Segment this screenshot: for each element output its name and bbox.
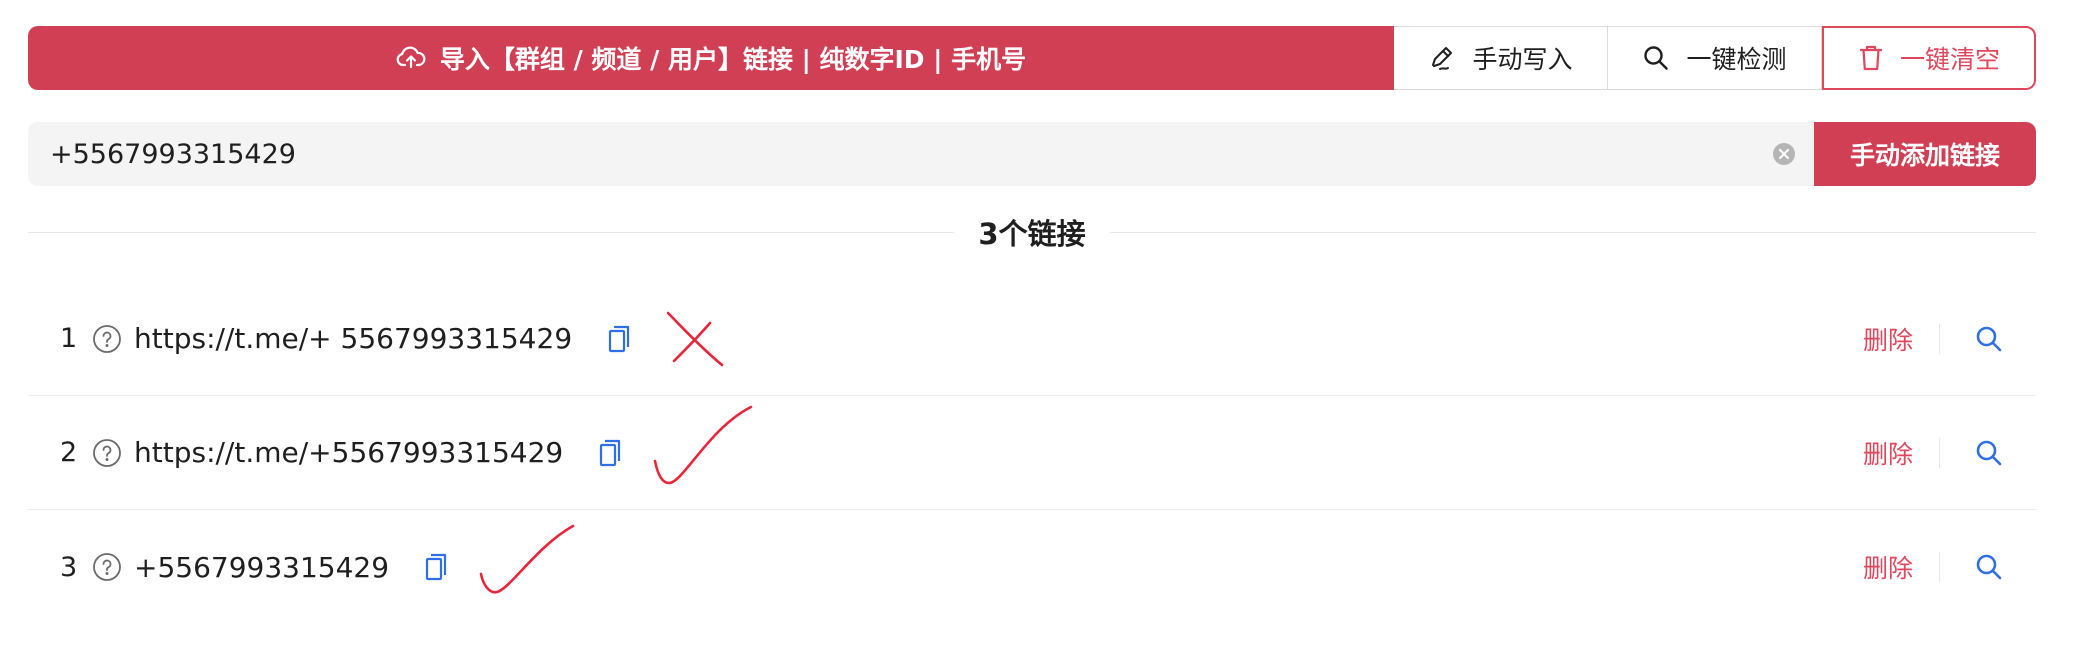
edit-pen-icon bbox=[1428, 44, 1456, 72]
clear-input-icon[interactable] bbox=[1772, 142, 1796, 166]
search-icon[interactable] bbox=[1974, 552, 2004, 582]
import-links-label: 导入【群组 / 频道 / 用户】链接 | 纯数字ID | 手机号 bbox=[439, 45, 1027, 74]
row-actions: 删除 bbox=[1863, 282, 2036, 395]
link-count-divider: 3个链接 bbox=[28, 212, 2036, 252]
link-input-wrapper bbox=[28, 122, 1814, 186]
one-click-clear-label: 一键清空 bbox=[1899, 45, 2000, 74]
trash-icon bbox=[1858, 44, 1884, 72]
copy-icon[interactable] bbox=[606, 324, 632, 354]
question-circle-icon[interactable] bbox=[92, 552, 122, 582]
copy-icon[interactable] bbox=[423, 552, 449, 582]
manual-add-link-button[interactable]: 手动添加链接 bbox=[1814, 122, 2036, 186]
link-text: https://t.me/+ 5567993315429 bbox=[134, 322, 573, 355]
link-text: +5567993315429 bbox=[134, 550, 390, 584]
divider-line-right bbox=[1109, 231, 2036, 233]
link-import-panel: 导入【群组 / 频道 / 用户】链接 | 纯数字ID | 手机号 手动写入 一键… bbox=[28, 26, 2036, 624]
divider-line-left bbox=[28, 231, 955, 233]
row-actions: 删除 bbox=[1863, 510, 2036, 624]
list-item: 1 https://t.me/+ 5567993315429 删除 bbox=[28, 282, 2036, 396]
red-check-mark-icon bbox=[651, 403, 761, 503]
manual-write-button[interactable]: 手动写入 bbox=[1394, 26, 1608, 90]
cloud-upload-icon bbox=[396, 46, 426, 70]
delete-link-button[interactable]: 删除 bbox=[1863, 321, 1913, 357]
search-icon[interactable] bbox=[1974, 438, 2004, 468]
import-links-button[interactable]: 导入【群组 / 频道 / 用户】链接 | 纯数字ID | 手机号 bbox=[28, 26, 1394, 90]
question-circle-icon[interactable] bbox=[92, 324, 122, 354]
one-click-check-button[interactable]: 一键检测 bbox=[1608, 26, 1822, 90]
delete-link-button[interactable]: 删除 bbox=[1863, 549, 1913, 585]
one-click-check-label: 一键检测 bbox=[1686, 45, 1787, 74]
manual-add-link-label: 手动添加链接 bbox=[1849, 141, 2000, 170]
search-icon[interactable] bbox=[1974, 324, 2004, 354]
action-separator bbox=[1939, 552, 1940, 582]
row-actions: 删除 bbox=[1863, 396, 2036, 509]
search-icon bbox=[1642, 44, 1670, 72]
manual-write-label: 手动写入 bbox=[1472, 45, 1573, 74]
action-separator bbox=[1939, 437, 1940, 468]
toolbar: 导入【群组 / 频道 / 用户】链接 | 纯数字ID | 手机号 手动写入 一键… bbox=[28, 26, 2036, 90]
link-input[interactable] bbox=[50, 138, 1730, 170]
red-cross-mark-icon bbox=[660, 309, 730, 369]
item-index: 1 bbox=[60, 323, 78, 354]
list-item: 2 https://t.me/+5567993315429 删除 bbox=[28, 396, 2036, 510]
link-list: 1 https://t.me/+ 5567993315429 删除 2 http… bbox=[28, 282, 2036, 624]
link-count-label: 3个链接 bbox=[978, 217, 1086, 251]
copy-icon[interactable] bbox=[597, 438, 623, 468]
link-text: https://t.me/+5567993315429 bbox=[134, 436, 564, 469]
one-click-clear-button[interactable]: 一键清空 bbox=[1822, 26, 2036, 90]
link-input-row: 手动添加链接 bbox=[28, 122, 2036, 186]
action-separator bbox=[1939, 323, 1940, 354]
list-item: 3 +5567993315429 删除 bbox=[28, 510, 2036, 624]
item-index: 3 bbox=[60, 551, 78, 583]
red-check-mark-icon bbox=[477, 522, 587, 612]
item-index: 2 bbox=[60, 437, 78, 468]
delete-link-button[interactable]: 删除 bbox=[1863, 435, 1913, 471]
question-circle-icon[interactable] bbox=[92, 438, 122, 468]
